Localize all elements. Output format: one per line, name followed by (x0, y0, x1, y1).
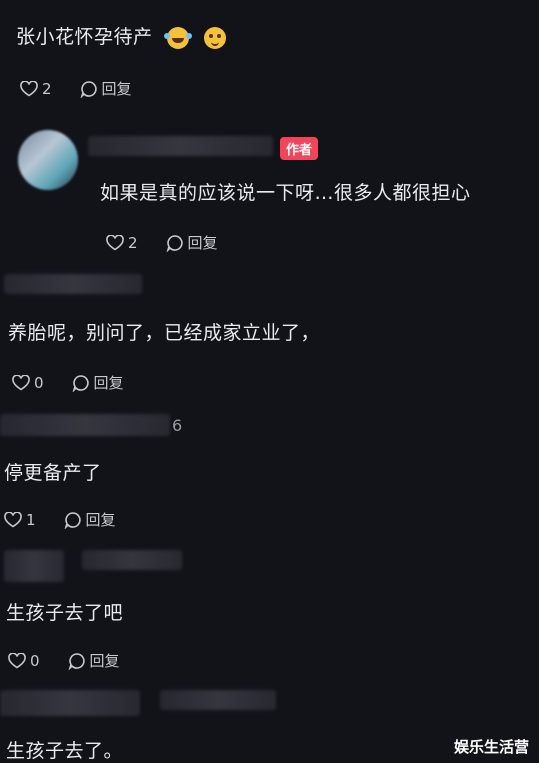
reply-button[interactable]: 回复 (166, 232, 218, 253)
reply-label: 回复 (89, 652, 120, 670)
comment-text: 张小花怀孕待产 (16, 22, 226, 49)
like-count: 2 (128, 233, 138, 252)
reply-label: 回复 (187, 234, 218, 252)
reply-bubble-icon (64, 511, 82, 529)
username-blurred (160, 690, 276, 710)
comment-actions: 0 回复 (8, 650, 120, 671)
heart-icon (106, 234, 124, 251)
reply-bubble-icon (166, 234, 184, 252)
comment-text: 养胎呢，别问了，已经成家立业了， (8, 322, 321, 344)
like-count: 0 (30, 651, 40, 670)
username-blurred (4, 550, 64, 582)
username-blurred (0, 414, 170, 436)
author-badge: 作者 (280, 137, 319, 160)
reply-label: 回复 (101, 80, 132, 98)
username-tail: 6 (172, 416, 183, 435)
username-blurred (82, 550, 182, 570)
reply-label: 回复 (93, 374, 124, 392)
reply-button[interactable]: 回复 (64, 509, 116, 530)
username-blurred (88, 136, 273, 156)
like-button[interactable]: 0 (8, 652, 40, 670)
heart-icon (4, 511, 22, 528)
laughing-tears-emoji-icon (164, 26, 190, 49)
reply-button[interactable]: 回复 (80, 78, 132, 99)
heart-icon (12, 374, 30, 391)
comment-actions: 2 回复 (106, 232, 218, 253)
comment-text: 生孩子去了吧 (6, 602, 124, 624)
reply-label: 回复 (85, 511, 116, 529)
username-blurred (0, 690, 140, 716)
avatar[interactable] (18, 130, 78, 190)
comment-text: 停更备产了 (4, 462, 102, 484)
like-button[interactable]: 1 (4, 511, 36, 529)
smirk-emoji-icon (203, 26, 226, 49)
comment-text: 生孩子去了。 (6, 740, 124, 762)
reply-bubble-icon (72, 374, 90, 392)
comment-actions: 1 回复 (4, 509, 116, 530)
like-count: 0 (34, 373, 44, 392)
reply-button[interactable]: 回复 (72, 372, 124, 393)
comment-actions: 0 回复 (12, 372, 124, 393)
like-button[interactable]: 0 (12, 374, 44, 392)
like-count: 1 (26, 510, 36, 529)
like-button[interactable]: 2 (20, 80, 52, 98)
reply-button[interactable]: 回复 (68, 650, 120, 671)
username-blurred (4, 274, 142, 294)
like-count: 2 (42, 79, 52, 98)
like-button[interactable]: 2 (106, 234, 138, 252)
reply-bubble-icon (80, 80, 98, 98)
heart-icon (8, 652, 26, 669)
reply-bubble-icon (68, 652, 86, 670)
comment-actions: 2 回复 (20, 78, 132, 99)
watermark: 娱乐生活营 (453, 738, 529, 756)
heart-icon (20, 80, 38, 97)
comment-text: 如果是真的应该说一下呀…很多人都很担心 (100, 182, 471, 204)
